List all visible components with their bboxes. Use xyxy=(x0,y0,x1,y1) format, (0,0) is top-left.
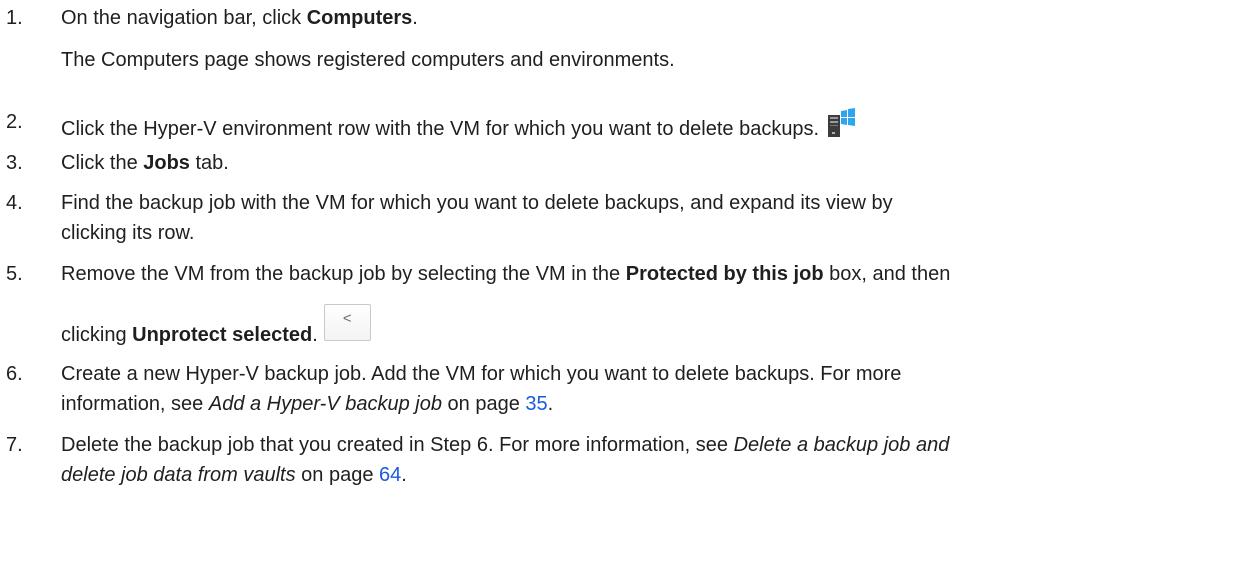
topic-reference: delete job data from vaults xyxy=(61,464,296,486)
step-number: 1. xyxy=(6,7,23,29)
step-number: 2. xyxy=(6,111,23,133)
step-text: Click the Jobs tab. xyxy=(61,152,229,174)
unprotect-selected-button: < xyxy=(323,304,371,341)
step-text-line: delete job data from vaults on page 64. xyxy=(61,464,407,486)
step-text: On the navigation bar, click Computers. xyxy=(61,7,418,29)
page-link[interactable]: 64 xyxy=(379,464,401,486)
step-result: The Computers page shows registered comp… xyxy=(61,49,675,71)
chevron-left-icon: < xyxy=(342,310,352,327)
instruction-list: 1. On the navigation bar, click Computer… xyxy=(0,0,1257,575)
step-text-line: Find the backup job with the VM for whic… xyxy=(61,192,893,214)
step-text: Click the Hyper-V environment row with t… xyxy=(61,118,820,140)
step-number: 6. xyxy=(6,363,23,385)
ui-term: Unprotect selected xyxy=(132,324,313,346)
topic-reference: Add a Hyper-V backup job xyxy=(208,393,442,415)
page-link[interactable]: 35 xyxy=(525,393,547,415)
ui-term: Computers xyxy=(306,7,413,29)
step-number: 3. xyxy=(6,152,23,174)
step-number: 7. xyxy=(6,434,23,456)
windows-server-icon xyxy=(827,108,855,137)
step-text-line: information, see Add a Hyper-V backup jo… xyxy=(61,393,554,415)
topic-reference: Delete a backup job and xyxy=(733,434,950,456)
step-text-line: clicking its row. xyxy=(61,222,195,244)
ui-term: Jobs xyxy=(143,152,190,174)
step-number: 4. xyxy=(6,192,23,214)
step-text-line: Delete the backup job that you created i… xyxy=(61,434,950,456)
step-text-line: Create a new Hyper-V backup job. Add the… xyxy=(61,363,902,385)
step-number: 5. xyxy=(6,263,23,285)
ui-term: Protected by this job xyxy=(625,263,824,285)
step-text-line: Remove the VM from the backup job by sel… xyxy=(61,263,951,285)
step-text-line: clicking Unprotect selected. < xyxy=(61,304,1246,349)
